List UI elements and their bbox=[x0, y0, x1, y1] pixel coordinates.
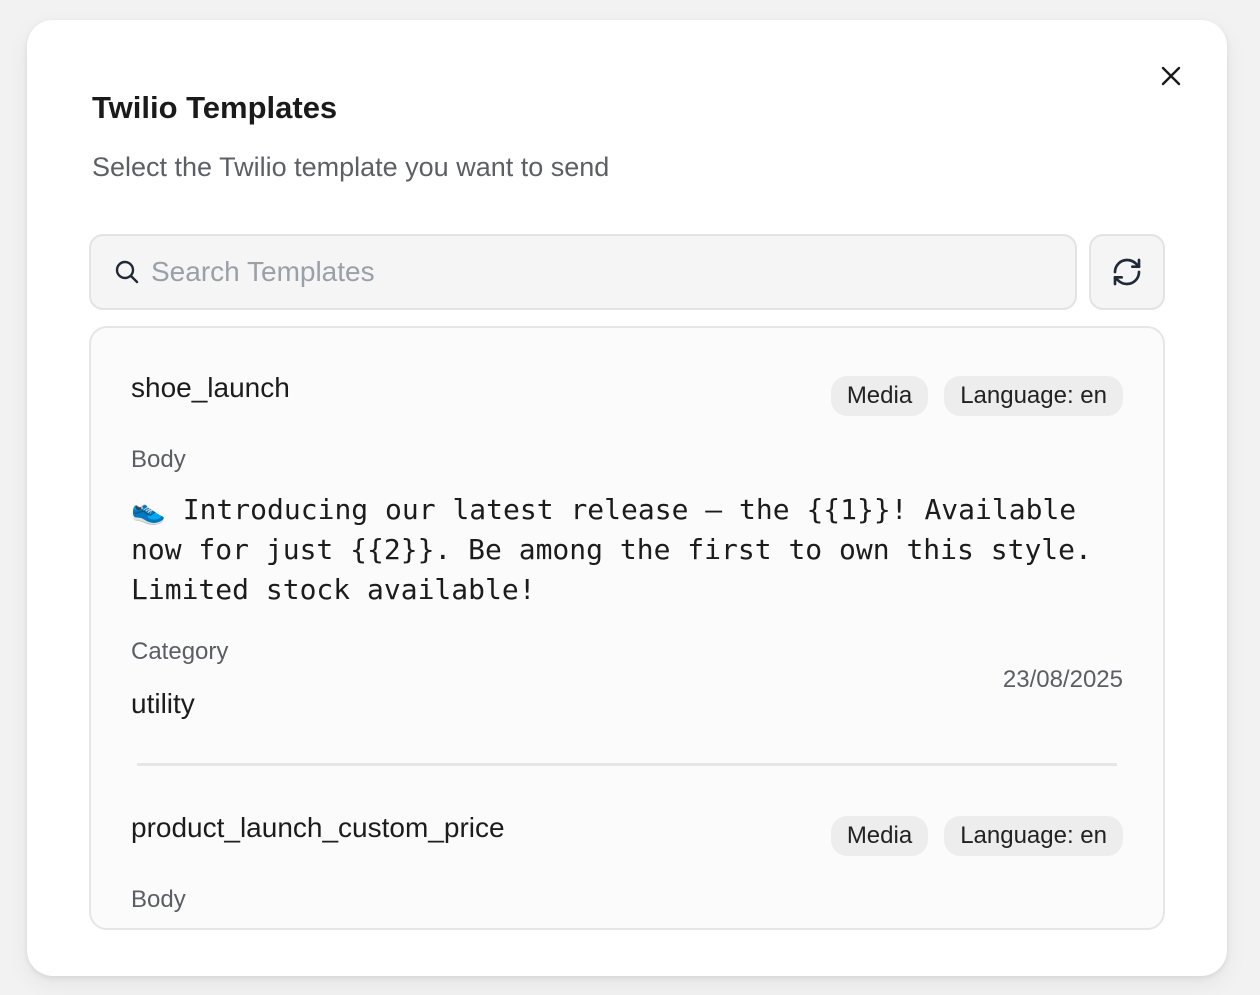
template-name: product_launch_custom_price bbox=[131, 812, 505, 843]
templates-dialog: Twilio Templates Select the Twilio templ… bbox=[27, 20, 1227, 976]
template-tags: Media Language: en bbox=[830, 816, 1123, 856]
template-card[interactable]: product_launch_custom_price Media Langua… bbox=[91, 768, 1163, 928]
search-box bbox=[89, 234, 1077, 310]
card-divider bbox=[137, 763, 1117, 766]
template-tags: Media Language: en bbox=[830, 376, 1123, 416]
body-label: Body bbox=[131, 886, 186, 913]
template-body: 👟 Introducing our latest release – the {… bbox=[131, 493, 1109, 606]
close-icon bbox=[1161, 66, 1181, 86]
template-card[interactable]: shoe_launch Media Language: en Body 👟 In… bbox=[91, 328, 1163, 768]
dialog-title: Twilio Templates bbox=[92, 90, 338, 125]
media-tag: Media bbox=[830, 376, 929, 416]
search-icon bbox=[113, 258, 141, 286]
template-date: 23/08/2025 bbox=[1002, 666, 1123, 693]
template-name: shoe_launch bbox=[131, 372, 290, 403]
body-label: Body bbox=[131, 446, 186, 473]
language-tag: Language: en bbox=[944, 376, 1123, 416]
dialog-subtitle: Select the Twilio template you want to s… bbox=[92, 152, 610, 182]
category-value: utility bbox=[131, 688, 195, 719]
refresh-icon bbox=[1113, 258, 1141, 286]
template-list[interactable]: shoe_launch Media Language: en Body 👟 In… bbox=[89, 326, 1165, 930]
media-tag: Media bbox=[830, 816, 929, 856]
close-button[interactable] bbox=[1157, 62, 1185, 90]
category-label: Category bbox=[131, 638, 229, 665]
language-tag: Language: en bbox=[944, 816, 1123, 856]
refresh-button[interactable] bbox=[1089, 234, 1165, 310]
search-input[interactable] bbox=[151, 242, 1051, 302]
